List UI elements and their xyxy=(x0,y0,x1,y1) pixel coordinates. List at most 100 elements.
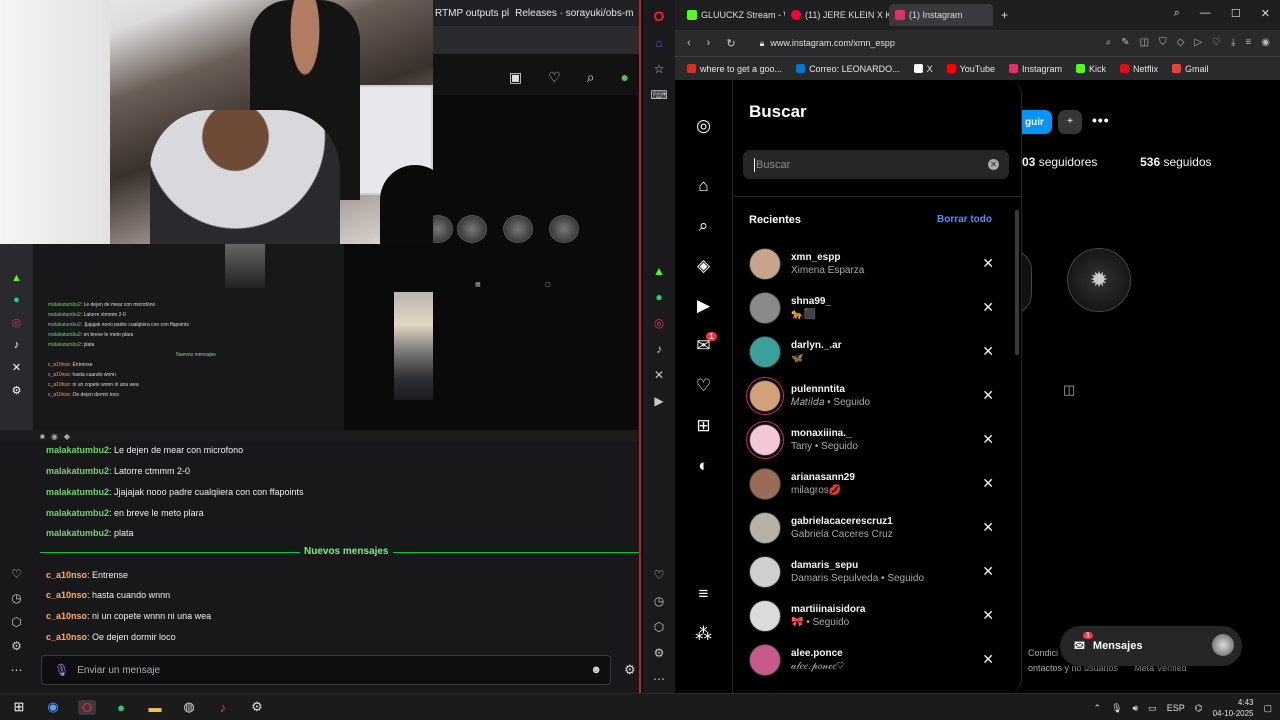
tagged-tab-icon[interactable]: ◫ xyxy=(1063,382,1075,398)
chevron-up-icon[interactable]: ⌃ xyxy=(1094,703,1102,714)
more-options-icon[interactable]: ••• xyxy=(1092,112,1110,128)
search-tabs-icon[interactable]: ⌕ xyxy=(1174,7,1180,20)
story-highlight[interactable]: ✹ xyxy=(1067,248,1131,312)
history-icon[interactable]: ◷ xyxy=(654,594,664,608)
remove-recent-icon[interactable]: ✕ xyxy=(982,519,994,536)
close-icon[interactable]: ✕ xyxy=(1261,7,1270,20)
recent-item[interactable]: martiiinaisidora 🎀 • Seguido ✕ xyxy=(734,594,1014,638)
bookmark-item[interactable]: Gmail xyxy=(1172,64,1209,74)
search-input[interactable]: Buscar ✕ xyxy=(743,150,1009,179)
remove-recent-icon[interactable]: ✕ xyxy=(982,299,994,316)
home-icon[interactable]: ⌂ xyxy=(655,36,662,50)
bookmark-item[interactable]: Instagram xyxy=(1008,64,1062,74)
url-field[interactable]: www.instagram.com/xmn_espp xyxy=(770,38,895,48)
chat-settings-icon[interactable]: ⚙ xyxy=(624,662,636,678)
menu-icon[interactable]: ≡ xyxy=(699,574,709,614)
volume-icon[interactable]: 🔊︎ xyxy=(1133,703,1139,714)
clear-all-button[interactable]: Borrar todo xyxy=(937,214,992,225)
download-icon[interactable]: ⤓ xyxy=(1231,37,1235,48)
chat-input[interactable]: 🎙 Enviar un mensaje ☻ xyxy=(41,655,611,685)
recent-item[interactable]: pulennntita 𝑀𝑎𝑡𝑖𝑙𝑑𝑎 • Seguido ✕ xyxy=(734,374,1014,418)
heart-icon[interactable]: ♡ xyxy=(11,567,22,581)
emoji-icon[interactable]: ☻ xyxy=(590,664,602,676)
bookmark-item[interactable]: where to get a goo... xyxy=(687,64,782,74)
suggest-user-button[interactable]: + xyxy=(1058,110,1082,134)
mic-icon[interactable]: 🎙 xyxy=(1111,703,1122,714)
opera-icon[interactable]: O xyxy=(78,699,96,715)
recent-item[interactable]: damaris_sepu Damaris Sepulveda • Seguido ✕ xyxy=(734,550,1014,594)
tab-instagram[interactable]: (1) Instagram xyxy=(889,4,993,26)
recent-item[interactable]: gabrielacacerescruz1 Gabriela Caceres Cru… xyxy=(734,506,1014,550)
forward-icon[interactable]: › xyxy=(707,37,711,50)
reload-icon[interactable]: ↻ xyxy=(726,37,735,50)
new-tab-icon[interactable]: + xyxy=(1001,8,1008,22)
tab-youtube[interactable]: (11) JERE KLEIN X KATTE xyxy=(785,4,889,26)
explore-icon[interactable]: ◈ xyxy=(697,246,710,286)
recent-item[interactable]: xmn_espp Ximena Esparza ✕ xyxy=(734,242,1014,286)
settings-icon[interactable]: ⚙ xyxy=(654,646,665,660)
cube-icon[interactable]: ⬡ xyxy=(11,615,21,629)
display-icon[interactable]: ▭ xyxy=(1148,703,1157,714)
bookmark-item[interactable]: X xyxy=(913,64,933,74)
notifications-icon[interactable]: ♡ xyxy=(696,366,711,406)
menu-icon[interactable]: ≡ xyxy=(1245,37,1251,48)
history-icon[interactable]: ◷ xyxy=(11,591,21,605)
bookmark-item[interactable]: Netflix xyxy=(1120,64,1158,74)
tiktok-icon[interactable]: ♪ xyxy=(656,342,662,356)
back-icon[interactable]: ‹ xyxy=(687,37,691,50)
language-indicator[interactable]: ESP xyxy=(1167,703,1185,713)
create-icon[interactable]: ⊞ xyxy=(696,406,710,446)
remove-recent-icon[interactable]: ✕ xyxy=(982,387,994,404)
remove-recent-icon[interactable]: ✕ xyxy=(982,607,994,624)
clock[interactable]: 4:43 04-10-2025 xyxy=(1213,697,1254,719)
camera-icon[interactable]: ◫ xyxy=(1140,37,1149,48)
recent-item[interactable]: darlyn._.ar 🦋 ✕ xyxy=(734,330,1014,374)
tiktok-icon[interactable]: ♪ xyxy=(214,700,232,715)
clear-search-icon[interactable]: ✕ xyxy=(988,159,999,170)
gamepad-icon[interactable]: ⌨ xyxy=(650,88,667,102)
instagram-icon[interactable]: ◎ xyxy=(654,316,664,330)
notifications-icon[interactable]: ▢ xyxy=(1263,703,1272,714)
recent-item[interactable]: shna99_ 🐆⬛ ✕ xyxy=(734,286,1014,330)
settings-icon[interactable]: ⚙ xyxy=(11,639,22,653)
threads-apps-icon[interactable]: ⁂ xyxy=(695,614,712,654)
settings-icon[interactable]: ⚙ xyxy=(248,699,266,715)
edit-icon[interactable]: ✎ xyxy=(1121,37,1129,48)
remove-recent-icon[interactable]: ✕ xyxy=(982,651,994,668)
remove-recent-icon[interactable]: ✕ xyxy=(982,343,994,360)
scrollbar[interactable] xyxy=(1015,210,1019,355)
tab-kick[interactable]: GLUUCKZ Stream - Wat xyxy=(681,4,785,26)
instagram-logo-icon[interactable]: ◎ xyxy=(696,106,711,146)
play-icon[interactable]: ▷ xyxy=(1194,37,1202,48)
recent-item[interactable]: arianasann29 milagros💋 ✕ xyxy=(734,462,1014,506)
opera-logo-icon[interactable]: O xyxy=(654,8,665,24)
recent-item[interactable]: monaxiiina._ Tany • Seguido ✕ xyxy=(734,418,1014,462)
remove-recent-icon[interactable]: ✕ xyxy=(982,255,994,272)
whatsapp-icon[interactable]: ● xyxy=(655,290,662,304)
kick-icon[interactable]: ▲ xyxy=(653,264,665,278)
search-icon[interactable]: ⌕ xyxy=(699,206,709,246)
reels-icon[interactable]: ▶ xyxy=(697,286,710,326)
heart-icon[interactable]: ♡ xyxy=(654,568,665,582)
messages-button[interactable]: ✉ 1 Mensajes xyxy=(1060,626,1242,666)
bookmark-item[interactable]: YouTube xyxy=(946,64,995,74)
remove-recent-icon[interactable]: ✕ xyxy=(982,563,994,580)
x-icon[interactable]: ✕ xyxy=(654,368,664,382)
network-icon[interactable]: ⌬ xyxy=(1195,703,1203,714)
mic-icon[interactable]: 🎙 xyxy=(54,663,69,677)
more-icon[interactable]: ⋯ xyxy=(11,663,23,677)
home-icon[interactable]: ⌂ xyxy=(698,166,708,206)
shield-icon[interactable]: ⛉ xyxy=(1159,37,1167,48)
obs-icon[interactable]: ◍ xyxy=(180,699,198,715)
windows-start-icon[interactable]: ⊞ xyxy=(10,699,28,715)
copilot-icon[interactable]: ◉ xyxy=(44,699,62,715)
bookmark-item[interactable]: Kick xyxy=(1076,64,1106,74)
file-explorer-icon[interactable]: ▬ xyxy=(146,700,164,715)
profile-avatar-icon[interactable]: ◐ xyxy=(698,446,708,486)
star-icon[interactable]: ☆ xyxy=(654,62,665,76)
cube-icon[interactable]: ⬡ xyxy=(654,620,664,634)
messenger-icon[interactable]: ✉ 1 xyxy=(696,326,717,366)
player-icon[interactable]: ▶ xyxy=(654,394,663,408)
remove-recent-icon[interactable]: ✕ xyxy=(982,475,994,492)
more-icon[interactable]: ⋯ xyxy=(653,672,665,686)
